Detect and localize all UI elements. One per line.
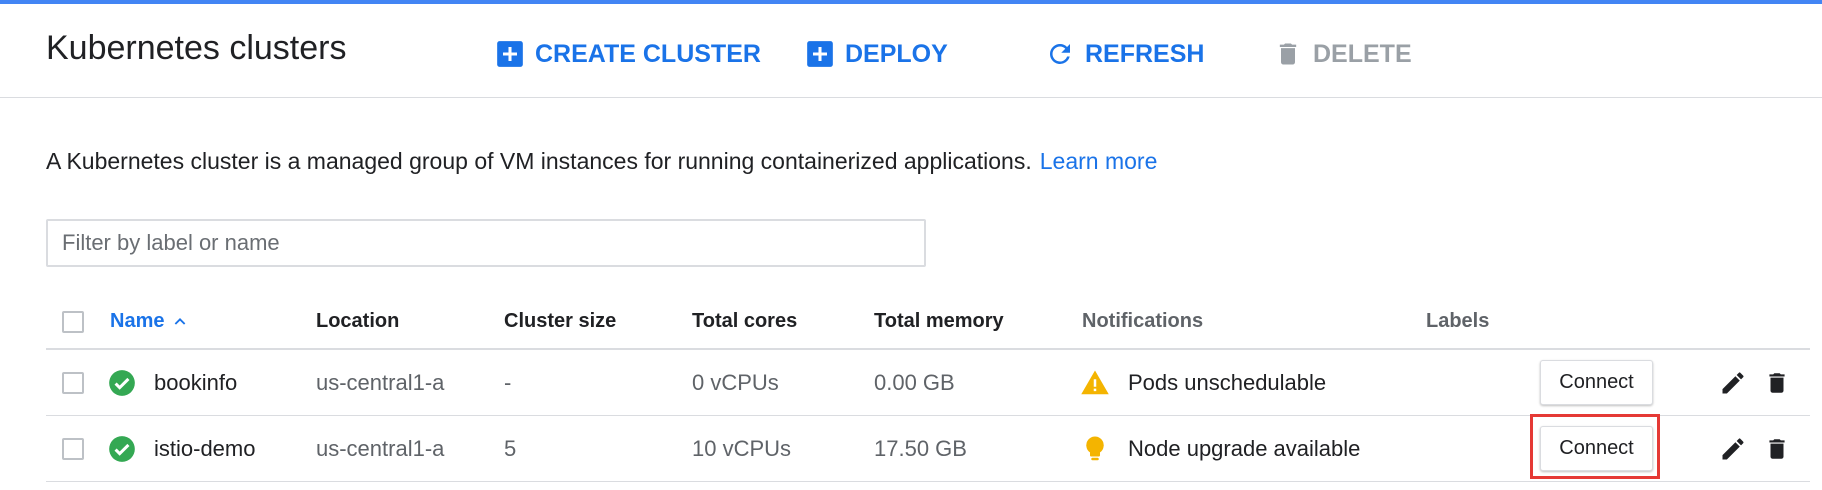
select-all-cell	[62, 295, 84, 348]
edit-pencil-icon[interactable]	[1718, 434, 1748, 464]
deploy-label: DEPLOY	[845, 39, 948, 68]
total-cores-cell: 0 vCPUs	[692, 369, 779, 395]
total-memory-cell: 0.00 GB	[874, 369, 955, 395]
column-header-labels: Labels	[1426, 310, 1490, 332]
page-header: Kubernetes clusters CREATE CLUSTER DEPLO…	[0, 4, 1822, 98]
delete-button[interactable]: DELETE	[1273, 34, 1412, 74]
column-header-name[interactable]: Name	[110, 295, 188, 348]
total-cores-cell: 10 vCPUs	[692, 435, 792, 461]
delete-cell	[1762, 350, 1792, 415]
sort-ascending-icon	[172, 314, 188, 330]
column-header-total-cores[interactable]: Total cores	[692, 295, 797, 348]
create-cluster-button[interactable]: CREATE CLUSTER	[495, 34, 761, 74]
trash-icon	[1273, 39, 1303, 69]
cluster-name-link[interactable]: bookinfo	[154, 370, 237, 396]
delete-label: DELETE	[1313, 39, 1412, 68]
notification-text: Pods unschedulable	[1128, 369, 1327, 395]
column-header-total-memory[interactable]: Total memory	[874, 295, 1004, 348]
row-select-cell	[62, 350, 84, 415]
table-row: bookinfo us-central1-a - 0 vCPUs 0.00 GB…	[46, 350, 1810, 416]
check-circle-icon	[108, 369, 136, 397]
column-name-label: Name	[110, 310, 165, 332]
check-circle-icon	[108, 435, 136, 463]
refresh-button[interactable]: REFRESH	[1045, 34, 1204, 74]
row-checkbox[interactable]	[62, 437, 84, 460]
notification-cell[interactable]: Node upgrade available	[1080, 416, 1360, 481]
row-select-cell	[62, 416, 84, 481]
connect-button[interactable]: Connect	[1540, 360, 1653, 405]
notification-text: Node upgrade available	[1128, 435, 1361, 461]
select-all-checkbox[interactable]	[62, 310, 84, 333]
add-box-icon	[495, 39, 525, 69]
table-header-row: Name Location Cluster size Total cores T…	[46, 295, 1810, 350]
page-title: Kubernetes clusters	[46, 29, 347, 67]
refresh-label: REFRESH	[1085, 39, 1205, 68]
filter-input[interactable]	[46, 219, 926, 267]
add-box-icon	[805, 39, 835, 69]
edit-pencil-icon[interactable]	[1718, 368, 1748, 398]
connect-cell: Connect	[1540, 350, 1653, 415]
connect-button-highlight	[1530, 414, 1660, 479]
location-cell: us-central1-a	[316, 369, 445, 395]
description-text: A Kubernetes cluster is a managed group …	[46, 148, 1032, 174]
refresh-icon	[1045, 39, 1075, 69]
create-cluster-label: CREATE CLUSTER	[535, 39, 761, 68]
lightbulb-icon	[1080, 434, 1110, 464]
column-header-notifications: Notifications	[1082, 310, 1204, 332]
edit-cell	[1718, 350, 1748, 415]
total-memory-cell: 17.50 GB	[874, 435, 967, 461]
location-cell: us-central1-a	[316, 435, 445, 461]
column-header-location[interactable]: Location	[316, 295, 399, 348]
cluster-size-cell: 5	[504, 435, 517, 461]
notification-cell[interactable]: Pods unschedulable	[1080, 350, 1326, 415]
page-description: A Kubernetes cluster is a managed group …	[46, 148, 1157, 175]
warning-icon	[1080, 368, 1110, 398]
trash-icon[interactable]	[1762, 368, 1792, 398]
row-checkbox[interactable]	[62, 371, 84, 394]
cluster-name-cell: istio-demo	[108, 416, 255, 481]
cluster-name-cell: bookinfo	[108, 350, 237, 415]
deploy-button[interactable]: DEPLOY	[805, 34, 948, 74]
cluster-size-cell: -	[504, 369, 512, 395]
edit-cell	[1718, 416, 1748, 481]
column-header-cluster-size[interactable]: Cluster size	[504, 295, 616, 348]
learn-more-link[interactable]: Learn more	[1040, 148, 1158, 174]
cluster-name-link[interactable]: istio-demo	[154, 436, 255, 462]
delete-cell	[1762, 416, 1792, 481]
trash-icon[interactable]	[1762, 434, 1792, 464]
